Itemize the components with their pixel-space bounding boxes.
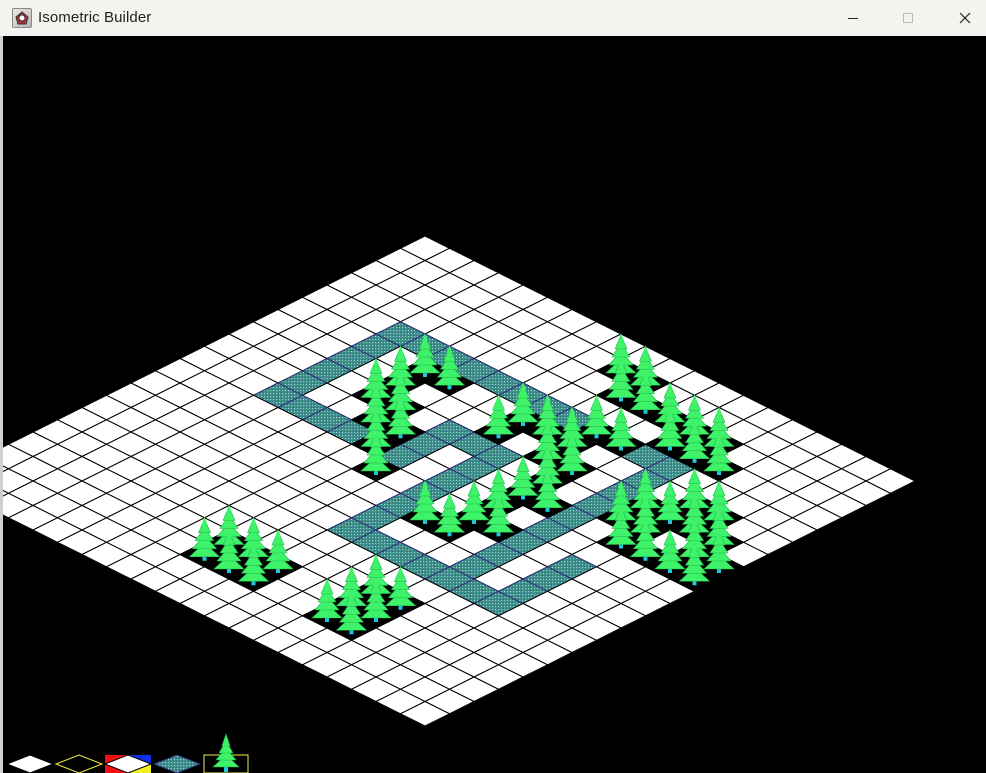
tree-tile-swatch[interactable] <box>203 733 249 773</box>
color-tile-swatch[interactable] <box>103 754 153 773</box>
window-title: Isometric Builder <box>38 9 152 26</box>
empty-tile-swatch[interactable] <box>54 754 104 773</box>
path-tile-swatch[interactable] <box>152 754 202 773</box>
app-icon[interactable] <box>12 8 32 28</box>
minimize-icon <box>848 18 858 19</box>
close-button[interactable] <box>942 0 986 36</box>
tile-palette[interactable] <box>3 36 986 773</box>
maximize-button[interactable] <box>885 0 931 36</box>
title-bar: Isometric Builder <box>0 0 986 36</box>
grass-tile-swatch[interactable] <box>5 754 55 773</box>
isometric-canvas[interactable] <box>3 36 986 773</box>
close-icon <box>959 12 971 24</box>
maximize-icon <box>903 13 913 23</box>
minimize-button[interactable] <box>830 0 876 36</box>
